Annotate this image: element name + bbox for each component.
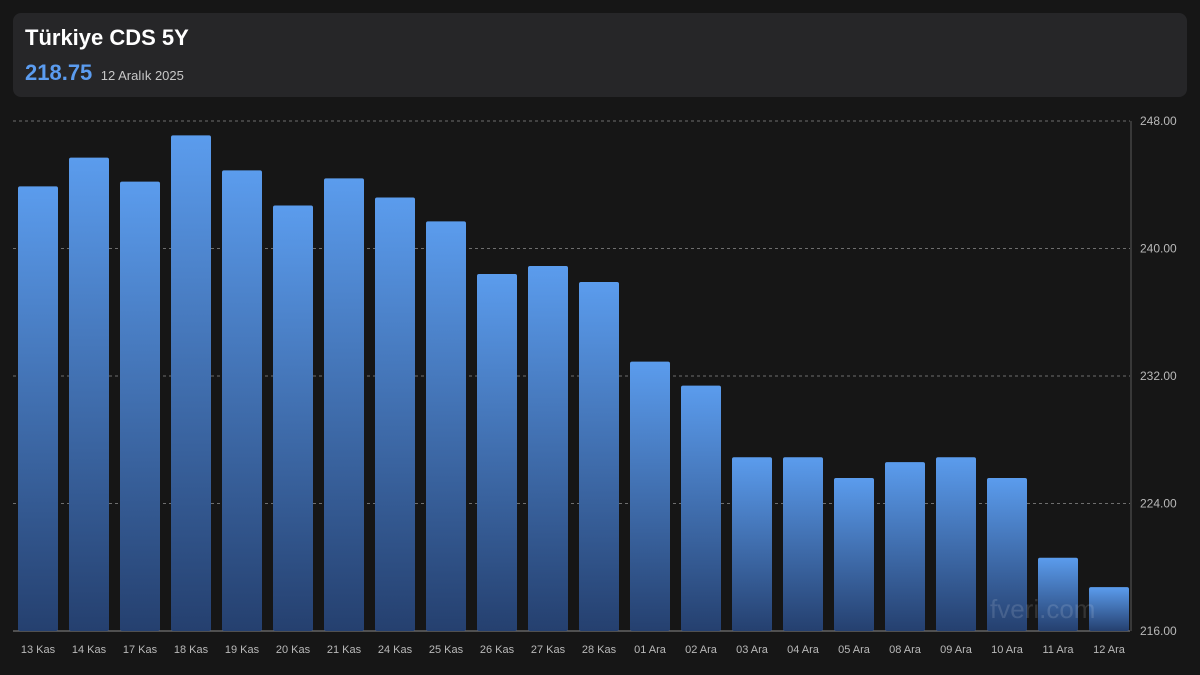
x-tick-label: 02 Ara [685,644,718,656]
bar [630,361,670,631]
x-tick-label: 08 Ara [889,644,922,656]
bars [18,135,1129,631]
bar-chart: 13 Kas 14 Kas 17 Kas 18 Kas 19 Kas 20 Kas 21 K… [13,114,1177,656]
x-tick-label: 17 Kas [123,644,158,656]
x-tick-label: 11 Ara [1043,644,1075,656]
x-tick-label: 28 Kas [582,644,617,656]
bar [375,197,415,631]
y-tick-label: 216.00 [1140,624,1177,638]
bar [732,457,772,631]
y-tick-label: 240.00 [1140,242,1177,256]
bar [528,266,568,631]
bar [477,274,517,631]
x-tick-label: 18 Kas [174,644,209,656]
bar [273,205,313,631]
x-tick-label: 24 Kas [378,644,413,656]
bar [834,478,874,631]
y-tick-label: 224.00 [1140,497,1177,511]
x-axis-ticks: 13 Kas 14 Kas 17 Kas 18 Kas 19 Kas 20 Kas 21 K… [21,644,1126,656]
x-tick-label: 09 Ara [940,644,973,656]
x-tick-label: 25 Kas [429,644,464,656]
x-tick-label: 04 Ara [787,644,820,656]
bar [579,281,619,631]
bar [936,457,976,631]
y-tick-label: 248.00 [1140,114,1177,128]
bar [18,186,58,631]
x-tick-label: 12 Ara [1093,644,1126,656]
x-tick-label: 01 Ara [634,644,667,656]
bar [171,135,211,631]
bar [69,157,109,631]
bar [681,385,721,631]
x-tick-label: 19 Kas [225,644,260,656]
x-tick-label: 26 Kas [480,644,515,656]
bar [426,221,466,631]
x-tick-label: 20 Kas [276,644,311,656]
y-axis-ticks: 248.00 240.00 232.00 224.00 216.00 [1140,114,1177,638]
x-tick-label: 14 Kas [72,644,107,656]
bar [222,170,262,631]
x-tick-label: 21 Kas [327,644,362,656]
y-tick-label: 232.00 [1140,369,1177,383]
bar [885,462,925,631]
x-tick-label: 05 Ara [838,644,871,656]
x-tick-label: 13 Kas [21,644,56,656]
x-tick-label: 27 Kas [531,644,566,656]
x-tick-label: 03 Ara [736,644,769,656]
bar [120,181,160,631]
watermark: fveri.com [990,594,1096,624]
x-tick-label: 10 Ara [991,644,1024,656]
bar [324,178,364,631]
bar [783,457,823,631]
